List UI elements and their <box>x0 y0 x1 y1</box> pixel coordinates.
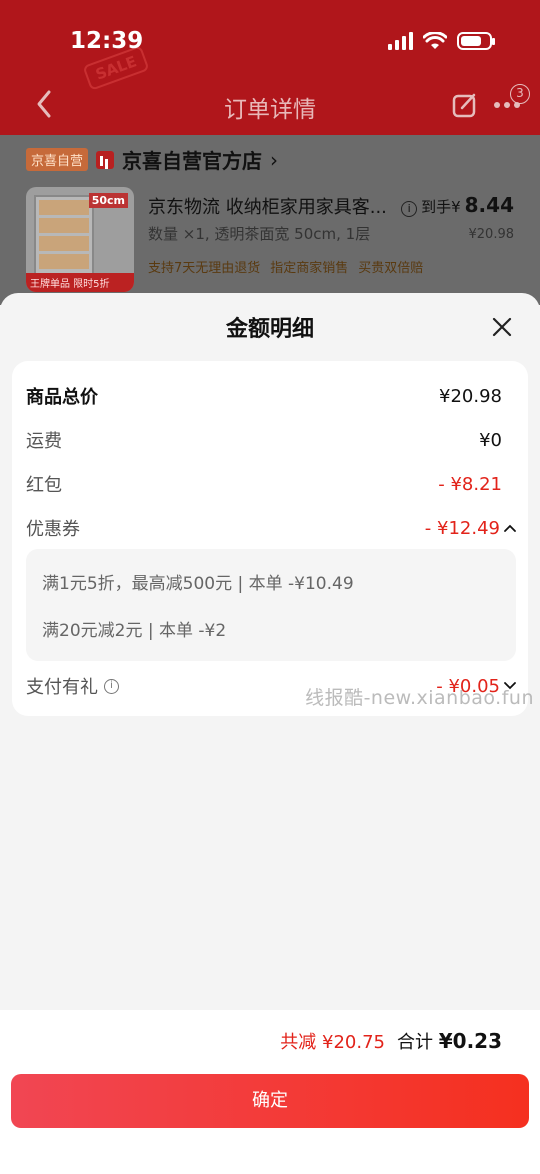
product-image-promo: 王牌单品 限时5折 <box>26 273 134 292</box>
shop-logo-icon <box>96 150 115 169</box>
footer-bar: 共减 ¥20.75 合计 ¥0.23 确定 <box>0 1010 540 1174</box>
signal-icon <box>388 32 413 50</box>
shipping-label: 运费 <box>26 431 62 452</box>
goods-total-label: 商品总价 <box>26 387 98 408</box>
shipping-value: ¥0 <box>479 429 502 451</box>
chevron-up-icon[interactable] <box>504 524 516 532</box>
original-price: ¥20.98 <box>468 227 515 242</box>
coupon-label: 优惠券 <box>26 519 80 540</box>
price-value: 8.44 <box>464 193 514 217</box>
red-packet-row: 红包 - ¥8.21 <box>26 471 502 497</box>
share-icon[interactable] <box>452 92 478 118</box>
shop-name: 京喜自营官方店 <box>122 149 263 173</box>
close-icon[interactable] <box>490 315 514 339</box>
watermark: 线报酷-new.xianbao.fun <box>305 687 534 709</box>
product-spec: 数量 ×1, 透明茶面宽 50cm, 1层 <box>148 225 371 243</box>
wifi-icon <box>423 32 447 49</box>
product-services: 支持7天无理由退货 指定商家销售 买贵双倍赔 <box>148 257 423 276</box>
goods-total-row: 商品总价 ¥20.98 <box>26 383 502 409</box>
chevron-right-icon: › <box>270 147 279 172</box>
nav-bar: 订单详情 3 <box>0 80 540 130</box>
shipping-row: 运费 ¥0 <box>26 427 502 453</box>
saved-amount: 共减 ¥20.75 <box>280 1032 385 1053</box>
product-title[interactable]: 京东物流 收纳柜家用家具客... <box>148 193 398 219</box>
coupon-row[interactable]: 优惠券 - ¥12.49 <box>26 515 516 541</box>
status-time: 12:39 <box>70 28 144 54</box>
red-packet-label: 红包 <box>26 475 62 496</box>
order-content-background: 京喜自营 京喜自营官方店 › 50cm 王牌单品 限时5折 京东物流 收纳柜家用… <box>0 135 540 305</box>
status-bar: 12:39 <box>0 0 540 88</box>
info-icon[interactable]: i <box>401 201 418 217</box>
message-badge: 3 <box>510 84 530 104</box>
service-tag: 指定商家销售 <box>270 261 349 276</box>
coupon-detail-line: 满1元5折，最高减500元 | 本单 -¥10.49 <box>42 574 354 594</box>
price-label: 到手¥ <box>421 198 461 216</box>
service-tag: 支持7天无理由退货 <box>148 261 261 276</box>
goods-total-value: ¥20.98 <box>439 385 502 407</box>
coupon-value: - ¥12.49 <box>424 517 500 539</box>
confirm-button[interactable]: 确定 <box>11 1074 529 1128</box>
pay-gift-label: 支付有礼 <box>26 677 98 698</box>
status-icons <box>388 32 495 50</box>
service-tag: 买贵双倍赔 <box>358 261 424 276</box>
total-value: ¥0.23 <box>438 1029 502 1053</box>
total-label: 合计 <box>397 1032 433 1053</box>
product-image[interactable]: 50cm 王牌单品 限时5折 <box>26 187 134 292</box>
coupon-detail-line: 满20元减2元 | 本单 -¥2 <box>42 621 227 641</box>
amount-card: 商品总价 ¥20.98 运费 ¥0 红包 - ¥8.21 优惠券 - ¥12.4… <box>12 361 528 716</box>
shop-row[interactable]: 京喜自营 京喜自营官方店 › <box>26 145 278 174</box>
red-packet-value: - ¥8.21 <box>438 473 502 495</box>
coupon-details: 满1元5折，最高减500元 | 本单 -¥10.49 满20元减2元 | 本单 … <box>26 549 516 661</box>
info-icon[interactable]: i <box>104 678 119 694</box>
shop-tag: 京喜自营 <box>26 148 89 171</box>
battery-icon <box>457 32 495 50</box>
product-price: i 到手¥ 8.44 <box>401 193 514 217</box>
product-image-tag: 50cm <box>88 193 128 208</box>
sheet-title: 金额明细 <box>225 317 314 342</box>
total-row: 共减 ¥20.75 合计 ¥0.23 <box>280 1028 502 1054</box>
